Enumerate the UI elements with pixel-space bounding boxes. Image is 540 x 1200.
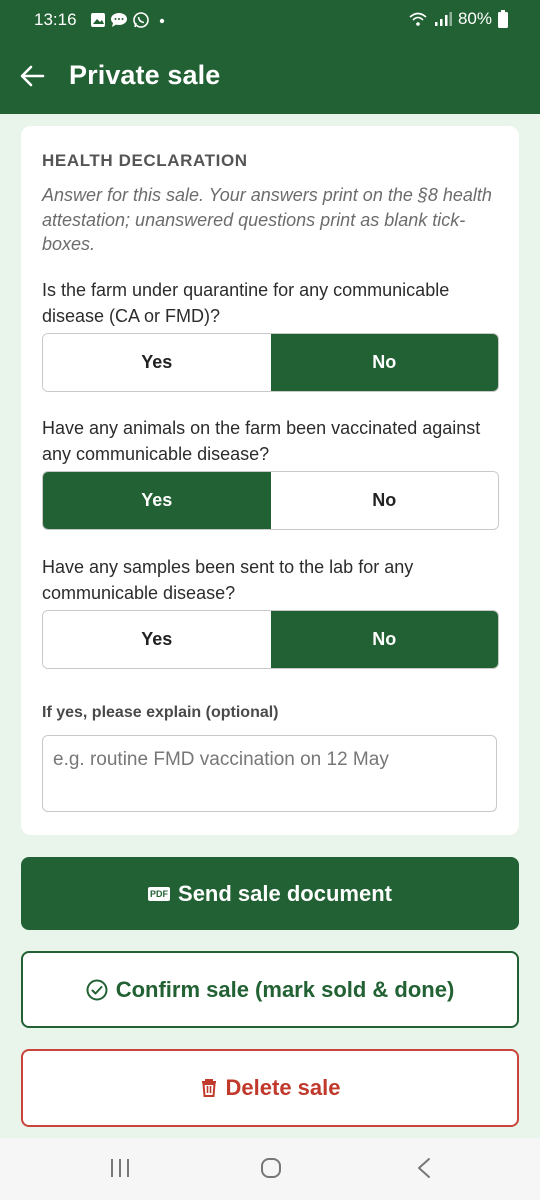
quarantine-yes-button[interactable]: Yes <box>43 334 271 391</box>
trash-icon <box>201 1079 216 1097</box>
delete-label: Delete sale <box>225 1075 341 1100</box>
app-bar: Private sale <box>0 38 540 114</box>
wifi-icon <box>409 12 427 26</box>
delete-sale-button[interactable]: Delete sale <box>21 1049 519 1127</box>
recent-apps-icon[interactable] <box>109 1156 131 1180</box>
battery-text: 80% <box>457 9 492 28</box>
check-circle-icon <box>86 979 108 1000</box>
section-title: HEALTH DECLARATION <box>42 151 248 170</box>
back-arrow-icon[interactable] <box>18 62 46 90</box>
question-lab-samples: Have any samples been sent to the lab fo… <box>42 557 414 603</box>
confirm-sale-button[interactable]: Confirm sale (mark sold & done) <box>21 951 519 1028</box>
battery-icon <box>498 10 508 28</box>
lab-samples-yes-button[interactable]: Yes <box>43 611 271 668</box>
question-vaccinated: Have any animals on the farm been vaccin… <box>42 418 481 464</box>
chat-icon <box>111 13 127 27</box>
lab-samples-no-button[interactable]: No <box>270 611 498 668</box>
vaccinated-toggle: Yes No <box>42 471 499 530</box>
notification-icons <box>90 11 168 29</box>
vaccinated-no-button[interactable]: No <box>270 472 498 529</box>
quarantine-toggle: Yes No <box>42 333 499 392</box>
dot-icon <box>159 18 165 24</box>
explain-input[interactable]: e.g. routine FMD vaccination on 12 May <box>42 735 497 812</box>
home-icon[interactable] <box>259 1156 283 1180</box>
question-quarantine: Is the farm under quarantine for any com… <box>42 280 450 326</box>
whatsapp-icon <box>133 12 149 28</box>
send-label: Send sale document <box>178 880 392 906</box>
signal-icon <box>434 12 452 26</box>
page-title: Private sale <box>69 60 221 90</box>
confirm-label: Confirm sale (mark sold & done) <box>115 976 455 1002</box>
health-declaration-card: HEALTH DECLARATION Answer for this sale.… <box>21 126 519 835</box>
status-time: 13:16 <box>34 10 77 29</box>
status-bar: 13:16 80% <box>0 0 540 38</box>
section-hint: Answer for this sale. Your answers print… <box>42 185 492 254</box>
explain-label: If yes, please explain (optional) <box>42 704 279 721</box>
system-nav-bar <box>0 1138 540 1200</box>
quarantine-no-button[interactable]: No <box>270 334 498 391</box>
gallery-icon <box>91 13 105 27</box>
lab-samples-toggle: Yes No <box>42 610 499 669</box>
send-sale-document-button[interactable]: PDF Send sale document <box>21 857 519 930</box>
pdf-icon: PDF <box>148 886 171 901</box>
vaccinated-yes-button[interactable]: Yes <box>43 472 271 529</box>
back-icon[interactable] <box>414 1156 434 1180</box>
